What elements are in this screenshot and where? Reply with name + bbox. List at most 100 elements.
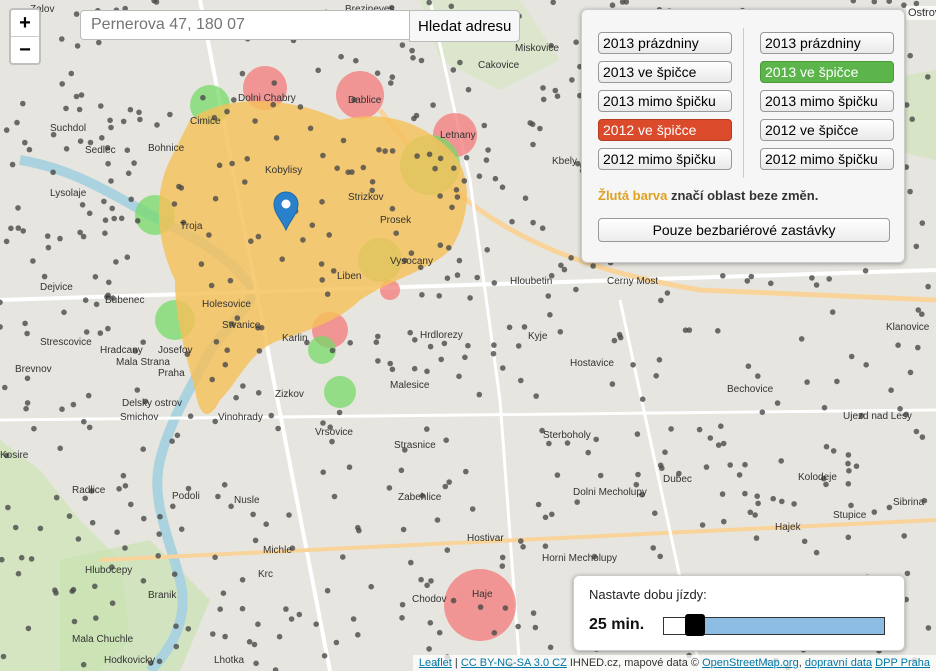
transit-stop[interactable] [140,446,146,453]
transit-stop[interactable] [134,218,141,224]
transit-stop[interactable] [437,155,444,162]
transit-stop[interactable] [73,11,80,17]
transit-stop[interactable] [853,463,860,470]
transit-stop[interactable] [848,353,855,360]
transit-stop[interactable] [427,620,434,626]
transit-stop[interactable] [813,549,820,556]
leaflet-link[interactable]: Leaflet [419,657,452,669]
transit-stop[interactable] [463,468,469,475]
transit-stop[interactable] [255,233,262,240]
transit-stop[interactable] [321,653,328,659]
transit-stop[interactable] [664,290,671,296]
transit-stop[interactable] [657,462,664,469]
transit-stop[interactable] [871,509,878,515]
transit-stop[interactable] [369,179,376,185]
transit-stop[interactable] [242,179,248,185]
transit-stop[interactable] [69,588,75,594]
transit-stop[interactable] [901,533,907,539]
transit-stop[interactable] [81,418,87,425]
transit-stop[interactable] [745,363,752,370]
transit-stop[interactable] [221,482,228,488]
transit-stop[interactable] [845,452,852,458]
transit-stop[interactable] [353,57,359,64]
transit-stop[interactable] [768,280,774,287]
right-2013-peak-button[interactable]: 2013 ve špičce [760,61,894,83]
transit-stop[interactable] [617,334,624,341]
transit-stop[interactable] [747,509,754,516]
transit-stop[interactable] [545,293,552,299]
transit-stop[interactable] [79,202,86,208]
transit-stop[interactable] [414,153,420,159]
transit-stop[interactable] [350,616,357,622]
transit-stop[interactable] [426,151,433,158]
transit-stop[interactable] [5,504,11,511]
transit-stop[interactable] [834,378,840,385]
transit-stop[interactable] [276,633,283,640]
transit-stop[interactable] [178,526,185,532]
transit-stop[interactable] [462,354,468,361]
transit-stop[interactable] [399,42,406,48]
transit-stop[interactable] [573,286,579,293]
transit-stop[interactable] [157,513,163,520]
transit-stop[interactable] [500,365,506,371]
transit-stop[interactable] [801,538,808,545]
transit-stop[interactable] [59,406,65,413]
transit-stop[interactable] [520,544,526,550]
transit-stop[interactable] [77,229,83,236]
transit-stop[interactable] [116,486,122,492]
transit-stop[interactable] [124,254,131,260]
transit-stop[interactable] [634,431,641,437]
transit-stop[interactable] [593,436,599,443]
transit-stop[interactable] [919,434,926,440]
transit-stop[interactable] [334,165,341,171]
transit-stop[interactable] [24,375,31,382]
transit-stop[interactable] [609,2,616,9]
transit-stop[interactable] [530,141,536,148]
transit-stop[interactable] [50,169,56,176]
transit-stop[interactable] [454,194,461,200]
transit-stop[interactable] [233,394,239,401]
transit-stop[interactable] [424,368,430,375]
transit-stop[interactable] [418,57,425,64]
transit-stop[interactable] [639,396,646,403]
transit-stop[interactable] [102,230,108,236]
transit-stop[interactable] [127,106,134,113]
transit-stop[interactable] [307,125,314,132]
transit-stop[interactable] [442,483,449,490]
transit-stop[interactable] [263,521,270,527]
transit-stop[interactable] [457,59,463,66]
transit-stop[interactable] [798,336,805,342]
transit-stop[interactable] [346,464,353,471]
transit-stop[interactable] [25,625,32,632]
transit-stop[interactable] [92,583,98,590]
transit-stop[interactable] [389,205,396,212]
transit-stop[interactable] [156,658,163,665]
transit-stop[interactable] [71,618,78,625]
transit-stop[interactable] [393,230,400,236]
transit-stop[interactable] [53,494,60,501]
transit-stop[interactable] [653,373,659,379]
transit-stop[interactable] [255,390,262,396]
transit-stop[interactable] [754,493,760,500]
transit-stop[interactable] [187,413,194,420]
transit-stop[interactable] [821,404,828,411]
travel-time-slider[interactable] [663,614,885,636]
transit-stop[interactable] [542,514,549,521]
transit-stop[interactable] [521,324,528,330]
transit-stop[interactable] [185,626,192,632]
transit-stop[interactable] [376,147,382,153]
transit-stop[interactable] [502,605,509,611]
transit-stop[interactable] [597,472,604,479]
transit-stop[interactable] [652,510,658,516]
transit-stop[interactable] [499,184,506,190]
transit-stop[interactable] [826,276,832,282]
transit-stop[interactable] [529,121,536,128]
transit-stop[interactable] [15,570,22,577]
transit-stop[interactable] [333,639,340,646]
transit-stop[interactable] [137,116,143,123]
transit-stop[interactable] [476,173,483,179]
transit-stop[interactable] [635,471,641,478]
transit-stop[interactable] [224,347,230,354]
transit-stop[interactable] [719,491,726,497]
transit-stop[interactable] [297,104,304,110]
